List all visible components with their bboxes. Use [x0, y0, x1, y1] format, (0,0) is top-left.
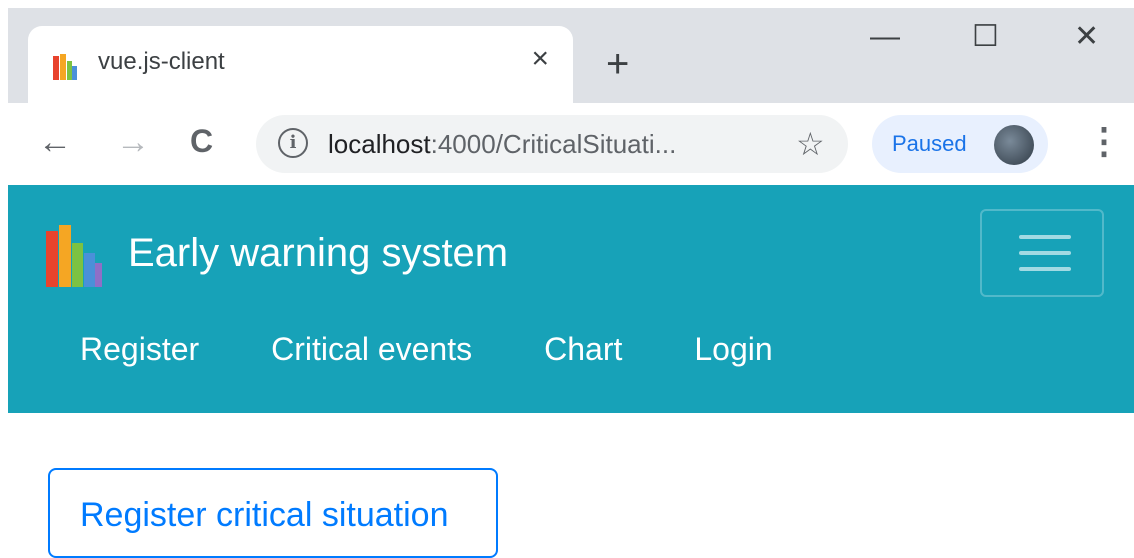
register-button-label: Register critical situation	[80, 496, 449, 534]
maximize-icon[interactable]: ☐	[972, 22, 999, 52]
minimize-icon[interactable]: —	[870, 22, 900, 52]
info-icon[interactable]: i	[278, 128, 308, 158]
profile-status: Paused	[892, 131, 967, 156]
hamburger-line	[1019, 267, 1071, 271]
url-path: :4000/CriticalSituati...	[430, 129, 677, 159]
nav-register[interactable]: Register	[80, 331, 199, 368]
nav-login[interactable]: Login	[694, 331, 772, 368]
url-host: localhost	[328, 129, 431, 159]
address-bar[interactable]: i localhost:4000/CriticalSituati... ☆	[256, 115, 848, 173]
new-tab-icon[interactable]: +	[606, 44, 629, 84]
window-close-icon[interactable]: ✕	[1074, 22, 1099, 52]
avatar	[994, 125, 1034, 165]
reload-icon[interactable]: C	[190, 125, 213, 157]
profile-button[interactable]: Paused	[872, 115, 1048, 173]
navbar-toggler-button[interactable]	[980, 209, 1104, 297]
url-text[interactable]: localhost:4000/CriticalSituati...	[328, 129, 676, 160]
close-tab-icon[interactable]: ×	[531, 44, 549, 74]
bookmark-star-icon[interactable]: ☆	[796, 125, 825, 163]
books-icon	[53, 54, 77, 80]
browser-toolbar: ← → C i localhost:4000/CriticalSituati..…	[8, 103, 1134, 185]
menu-kebab-icon[interactable]: ⋮	[1086, 123, 1122, 159]
nav-links: Register Critical events Chart Login	[80, 331, 845, 368]
app-navbar: Early warning system Register Critical e…	[8, 185, 1134, 413]
brand-title[interactable]: Early warning system	[128, 231, 508, 276]
hamburger-line	[1019, 235, 1071, 239]
browser-tab[interactable]: vue.js-client ×	[28, 26, 573, 103]
tab-title: vue.js-client	[98, 48, 225, 75]
hamburger-line	[1019, 251, 1071, 255]
back-icon[interactable]: ←	[38, 125, 72, 159]
register-critical-situation-button[interactable]: Register critical situation	[48, 468, 498, 558]
nav-critical-events[interactable]: Critical events	[271, 331, 472, 368]
books-logo-icon	[46, 225, 102, 287]
browser-tabstrip: vue.js-client × + — ☐ ✕	[8, 8, 1134, 103]
forward-icon[interactable]: →	[116, 125, 150, 159]
nav-chart[interactable]: Chart	[544, 331, 622, 368]
